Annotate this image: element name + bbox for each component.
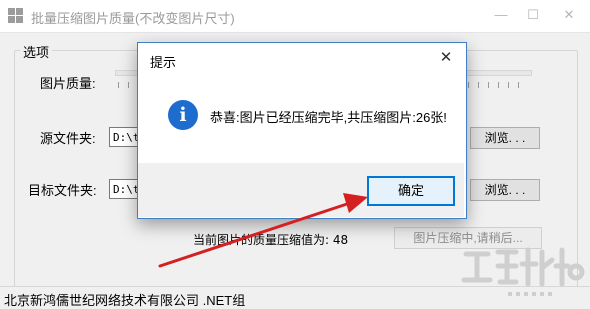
current-quality-text: 当前图片的质量压缩值为: 48 xyxy=(193,233,349,247)
app-windows-icon xyxy=(8,8,24,24)
options-group-label: 选项 xyxy=(20,42,53,61)
close-window-button[interactable]: ✕ xyxy=(556,4,582,26)
target-folder-label: 目标文件夹: xyxy=(28,183,97,198)
quality-label: 图片质量: xyxy=(40,76,96,91)
minimize-button[interactable]: — xyxy=(488,4,514,26)
dialog-footer: 确定 xyxy=(138,163,464,217)
dialog-message: 恭喜:图片已经压缩完毕,共压缩图片:26张! xyxy=(210,110,447,125)
target-browse-button[interactable]: 浏览. . . xyxy=(470,179,540,201)
title-bar: 批量压缩图片质量(不改变图片尺寸) — ☐ ✕ xyxy=(0,0,590,33)
source-folder-label: 源文件夹: xyxy=(40,131,96,146)
information-icon: i xyxy=(168,100,198,130)
message-dialog: 提示 ✕ i 恭喜:图片已经压缩完毕,共压缩图片:26张! 确定 xyxy=(137,42,467,219)
dialog-title: 提示 xyxy=(150,55,177,70)
watermark-logo-icon xyxy=(461,247,585,296)
dialog-body: i 恭喜:图片已经压缩完毕,共压缩图片:26张! xyxy=(138,75,464,163)
ok-button[interactable]: 确定 xyxy=(367,176,455,206)
status-bar-text: 北京新鸿儒世纪网络技术有限公司 .NET组 xyxy=(4,293,246,308)
window-title: 批量压缩图片质量(不改变图片尺寸) xyxy=(31,11,235,26)
source-browse-button[interactable]: 浏览. . . xyxy=(470,127,540,149)
dialog-close-icon[interactable]: ✕ xyxy=(432,47,460,69)
maximize-button[interactable]: ☐ xyxy=(520,4,546,26)
